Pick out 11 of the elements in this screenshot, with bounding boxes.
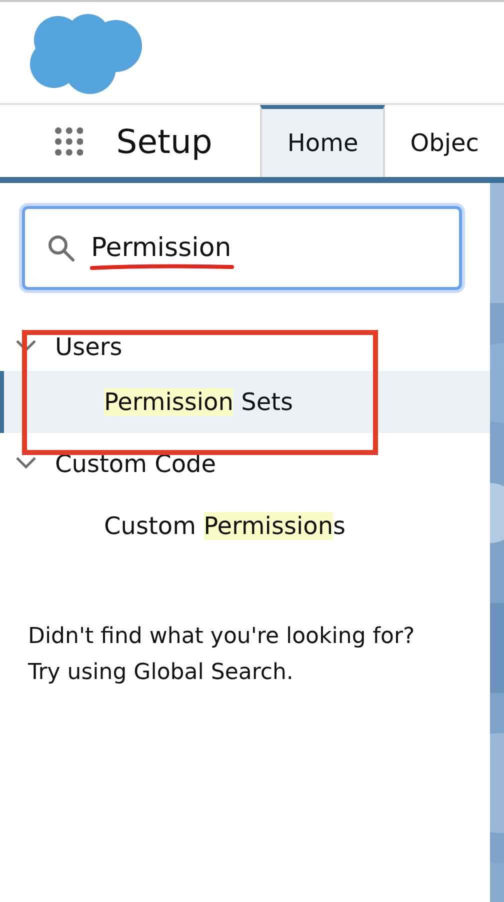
not-found-message: Didn't find what you're looking for? (28, 623, 416, 651)
not-found-message: Try using Global Search. (28, 659, 294, 687)
search-field[interactable]: Permission (22, 206, 462, 290)
tree-item[interactable]: Permission Sets (0, 371, 490, 433)
tree-group-label[interactable]: Users (55, 333, 122, 361)
nav-tab[interactable]: Home (260, 105, 386, 177)
app-title: Setup (116, 122, 212, 160)
search-icon (47, 234, 75, 262)
tree-item[interactable]: Custom Permissions (0, 495, 490, 557)
tree-group-label[interactable]: Custom Code (55, 450, 216, 478)
cloud-logo[interactable] (28, 12, 144, 94)
